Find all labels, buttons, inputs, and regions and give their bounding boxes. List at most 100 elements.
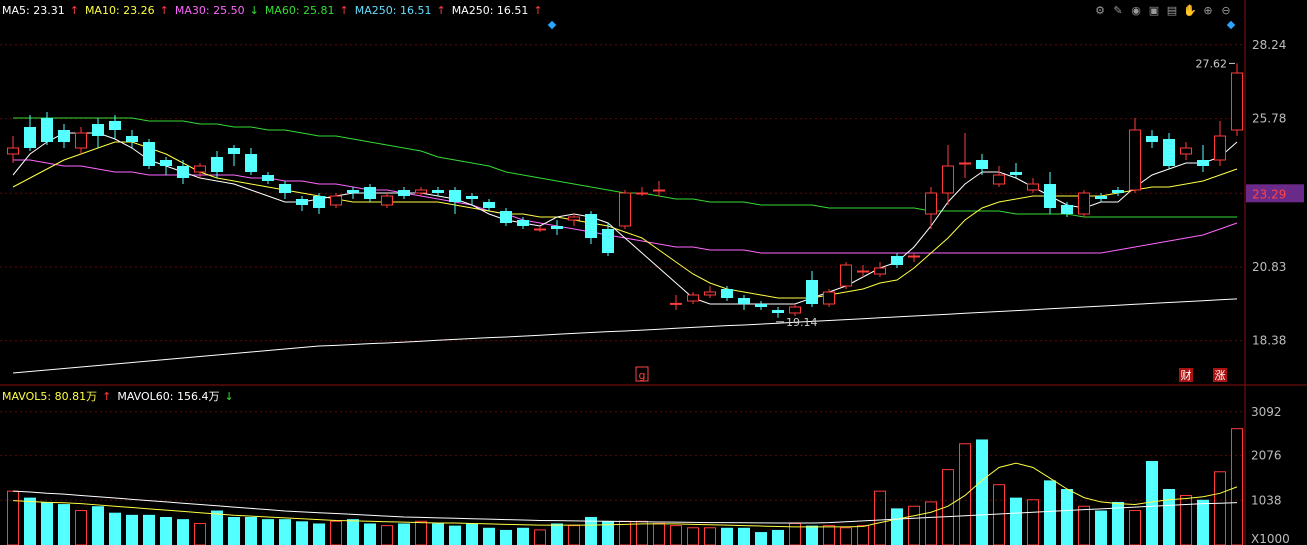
lock-icon[interactable]: ▤ <box>1165 4 1179 18</box>
volume-bar <box>7 490 19 545</box>
candle-body <box>262 175 274 181</box>
candle-body <box>1044 184 1056 208</box>
volume-tick-label: X1000 <box>1251 532 1290 545</box>
zoom-in-icon[interactable]: ⊕ <box>1201 4 1215 18</box>
price-legend: MA5: 23.31 ↑ MA10: 23.26 ↑ MA30: 25.50 ↓ MA60:… <box>2 4 549 17</box>
volume-bar <box>228 517 240 545</box>
volume-bars <box>7 428 1243 545</box>
volume-bar <box>41 501 53 545</box>
volume-bar <box>500 529 512 545</box>
volume-bar <box>1129 510 1141 545</box>
candle-body <box>347 190 359 193</box>
candle-body <box>24 127 36 148</box>
legend-item: MA250: 16.51 <box>354 4 432 17</box>
candle-body <box>585 214 597 238</box>
volume-bar <box>483 527 495 545</box>
candle-body <box>993 174 1005 185</box>
volume-bar <box>296 521 308 545</box>
candlesticks <box>7 63 1243 318</box>
candle-body <box>789 306 801 314</box>
candle-body <box>959 162 971 165</box>
candle-body <box>381 195 393 206</box>
candle-body <box>177 166 189 178</box>
volume-bar <box>24 497 36 545</box>
diamond-marker <box>547 20 557 30</box>
moving-average-lines <box>12 117 1238 374</box>
volume-bar <box>806 525 818 545</box>
volume-bar <box>109 512 121 545</box>
chart-toolbar: ⚙ ✎ ◉ ▣ ▤ ✋ ⊕ ⊖ <box>1093 4 1233 18</box>
candle-body <box>279 184 291 193</box>
candle-body <box>874 267 886 275</box>
zoom-out-icon[interactable]: ⊖ <box>1219 4 1233 18</box>
candle-body <box>7 147 19 155</box>
pen-icon[interactable]: ✎ <box>1111 4 1125 18</box>
bag-icon[interactable]: ▣ <box>1147 4 1161 18</box>
candle-body <box>160 160 172 166</box>
volume-bar <box>551 523 563 545</box>
volume-bar <box>313 523 325 545</box>
candle-body <box>296 199 308 205</box>
settings-icon[interactable]: ⚙ <box>1093 4 1107 18</box>
candle-body <box>704 291 716 296</box>
volume-bar <box>1163 489 1175 545</box>
candle-body <box>942 165 954 194</box>
candle-body <box>738 298 750 304</box>
volume-tick-label: 2076 <box>1251 449 1282 463</box>
candle-body <box>1061 205 1073 214</box>
volume-bar <box>415 520 427 545</box>
legend-item: MA5: 23.31 <box>2 4 65 17</box>
volume-bar <box>670 525 682 545</box>
candle-body <box>534 228 546 231</box>
volume-bar <box>1214 471 1226 545</box>
volume-bar <box>908 505 920 545</box>
volume-tick-label: 1038 <box>1251 493 1282 507</box>
volume-bar <box>823 525 835 545</box>
volume-tick-label: 3092 <box>1251 405 1282 419</box>
legend-arrow: ↑ <box>159 4 169 17</box>
legend-item: MA10: 23.26 <box>84 4 155 17</box>
volume-bar <box>1095 510 1107 545</box>
price-grid <box>0 0 1307 545</box>
candle-body <box>636 192 648 195</box>
volume-bar <box>1180 494 1192 545</box>
candle-body <box>1027 183 1039 191</box>
diamond-marker <box>1226 20 1236 30</box>
volume-bar <box>177 519 189 545</box>
volume-bar <box>840 527 852 545</box>
event-marker: 涨 <box>1215 369 1226 382</box>
candle-body <box>75 132 87 149</box>
volume-bar <box>772 529 784 545</box>
candle-body <box>41 118 53 142</box>
candle-body <box>772 310 784 313</box>
volume-bar <box>160 517 172 545</box>
annotations: 27.62 19.14 g 财 涨 <box>547 20 1236 382</box>
volume-bar <box>330 520 342 545</box>
ma250-line <box>12 298 1238 374</box>
price-tick-label: 20.83 <box>1252 260 1286 274</box>
eye-icon[interactable]: ◉ <box>1129 4 1143 18</box>
volume-bar <box>381 525 393 545</box>
volume-bar <box>653 522 665 545</box>
high-label: 27.62 <box>1196 57 1228 70</box>
legend-arrow: ↑ <box>339 4 349 17</box>
candle-body <box>143 142 155 166</box>
candle-body <box>891 256 903 265</box>
candle-body <box>228 148 240 154</box>
candle-body <box>840 264 852 287</box>
volume-bar <box>126 514 138 545</box>
volume-bar <box>194 522 206 545</box>
candle-body <box>1214 135 1226 161</box>
candle-body <box>619 192 631 227</box>
candle-body <box>1163 139 1175 166</box>
candle-body <box>449 190 461 202</box>
hand-icon[interactable]: ✋ <box>1183 4 1197 18</box>
candle-body <box>364 187 376 199</box>
volume-bar <box>211 510 223 545</box>
candle-body <box>415 189 427 194</box>
candle-body <box>126 136 138 142</box>
volume-bar <box>143 514 155 545</box>
volume-bar <box>721 527 733 545</box>
volume-bar <box>432 523 444 545</box>
volume-bar <box>636 520 648 545</box>
